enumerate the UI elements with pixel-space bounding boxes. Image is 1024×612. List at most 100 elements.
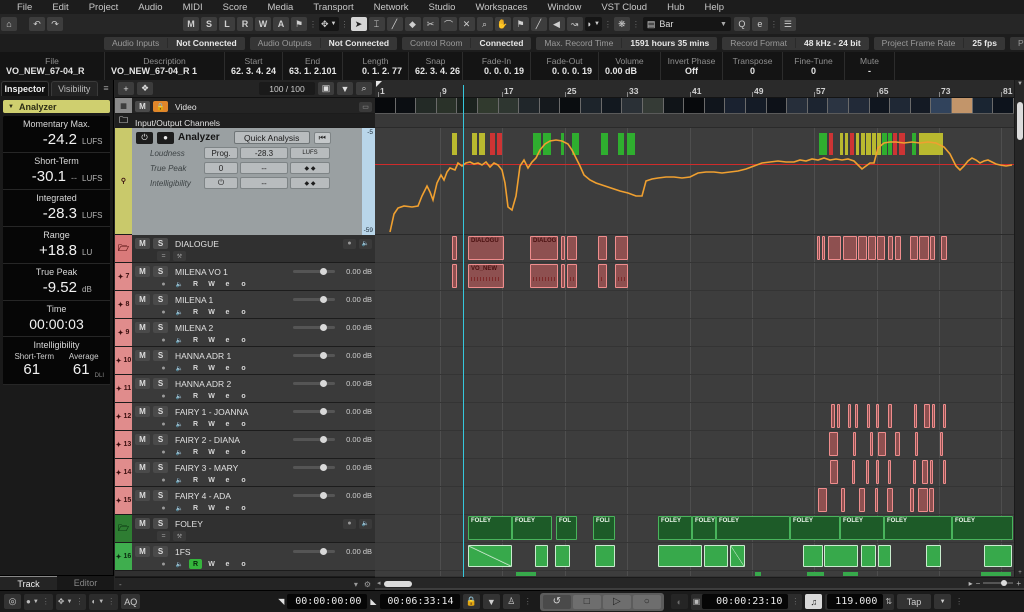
- menu-media[interactable]: Media: [258, 2, 302, 13]
- audio-event[interactable]: [926, 545, 941, 567]
- audio-record-mode-group[interactable]: ✥▼⋮: [56, 594, 87, 610]
- button-r[interactable]: R: [189, 503, 202, 513]
- solo-button[interactable]: S: [153, 294, 168, 305]
- hub-home-button[interactable]: ⌂: [1, 17, 17, 31]
- audio-event[interactable]: [848, 404, 851, 428]
- audio-event[interactable]: [929, 488, 934, 512]
- audio-event[interactable]: [730, 545, 745, 567]
- audio-event[interactable]: [567, 264, 577, 288]
- audio-event[interactable]: [878, 545, 891, 567]
- menu-studio[interactable]: Studio: [420, 2, 465, 13]
- button-e[interactable]: e: [221, 279, 234, 289]
- marker-tool[interactable]: ⚑: [513, 17, 529, 31]
- monitor-icon[interactable]: 🔈: [173, 503, 186, 513]
- grid-type-select[interactable]: ▤ Bar ▼: [643, 17, 731, 31]
- button-r[interactable]: R: [189, 559, 202, 569]
- info-fine-tune[interactable]: Fine-Tune0: [783, 52, 845, 80]
- thumbnail-toggle-button[interactable]: ▭: [359, 102, 372, 112]
- track-video[interactable]: ▦M🔒Video▭: [115, 98, 375, 114]
- audio-event[interactable]: [452, 236, 457, 260]
- hand-tool[interactable]: ✋: [495, 17, 511, 31]
- button-o[interactable]: o: [237, 307, 250, 317]
- add-track-button[interactable]: +: [118, 82, 134, 95]
- audio-event[interactable]: [930, 460, 933, 484]
- audio-event[interactable]: [807, 572, 824, 576]
- tempo-mode-dropdown[interactable]: ▼: [934, 594, 951, 609]
- button-w[interactable]: W: [205, 419, 218, 429]
- audio-event[interactable]: [843, 572, 858, 576]
- cycle-button[interactable]: ↺: [543, 595, 571, 609]
- button-r[interactable]: R: [189, 419, 202, 429]
- button-w[interactable]: W: [205, 279, 218, 289]
- solo-button[interactable]: S: [153, 518, 168, 529]
- audio-event[interactable]: [658, 545, 702, 567]
- volume-slider[interactable]: [293, 466, 335, 469]
- button-e[interactable]: e: [221, 419, 234, 429]
- audio-event[interactable]: [888, 404, 892, 428]
- record-mode-group[interactable]: ●▼⋮: [24, 594, 53, 610]
- iterative-quantize-button[interactable]: e: [752, 17, 768, 31]
- audio-event[interactable]: [859, 488, 865, 512]
- audio-event[interactable]: [940, 432, 943, 456]
- info-fade-in[interactable]: Fade-In0. 0. 0. 19: [463, 52, 531, 80]
- quantize-button[interactable]: Q: [734, 17, 750, 31]
- audio-event[interactable]: [876, 460, 879, 484]
- audio-event[interactable]: [555, 545, 570, 567]
- audio-event[interactable]: [943, 460, 946, 484]
- info-snap[interactable]: Snap62. 3. 4. 26: [409, 52, 463, 80]
- button-r[interactable]: R: [189, 363, 202, 373]
- mute-button[interactable]: M: [135, 350, 150, 361]
- audio-event[interactable]: [598, 264, 607, 288]
- monitor-icon[interactable]: 🔈: [359, 239, 372, 249]
- volume-slider[interactable]: [293, 410, 335, 413]
- monitor-icon[interactable]: 🔈: [173, 391, 186, 401]
- zoom-controls[interactable]: ▸ − +: [969, 579, 1024, 588]
- record-icon[interactable]: ●: [157, 132, 174, 144]
- monitor-icon[interactable]: 🔈: [359, 519, 372, 529]
- tab-visibility[interactable]: Visibility: [51, 81, 99, 96]
- mute-button[interactable]: M: [135, 406, 150, 417]
- performer-icon[interactable]: ♙: [503, 594, 520, 609]
- filter-icon[interactable]: ▼: [337, 82, 353, 95]
- menu-midi[interactable]: MIDI: [174, 2, 212, 13]
- audio-event[interactable]: [452, 264, 457, 288]
- audio-event[interactable]: [910, 488, 914, 512]
- button-e[interactable]: e: [221, 391, 234, 401]
- button-e[interactable]: e: [221, 447, 234, 457]
- record-icon[interactable]: ●: [157, 447, 170, 457]
- button-e[interactable]: e: [221, 475, 234, 485]
- button-r[interactable]: R: [189, 335, 202, 345]
- monitor-icon[interactable]: 🔈: [173, 447, 186, 457]
- audio-event[interactable]: [930, 236, 935, 260]
- video-thumbnail-track[interactable]: [375, 98, 1014, 114]
- search-icon[interactable]: ⌕: [356, 82, 372, 95]
- solo-button[interactable]: S: [153, 322, 168, 333]
- timeline-ruler[interactable]: 19172533414957657381: [375, 80, 1014, 98]
- transport-crosshair-button[interactable]: ✥ ▼: [319, 17, 339, 31]
- audio-event[interactable]: [852, 460, 855, 484]
- color-tool-button[interactable]: ◗ ▼: [585, 17, 602, 31]
- audio-event[interactable]: VO_NEW: [468, 264, 504, 288]
- button-r[interactable]: R: [189, 391, 202, 401]
- vertical-scrollbar[interactable]: ▼ +: [1014, 80, 1024, 577]
- audio-event[interactable]: [704, 545, 728, 567]
- audio-event[interactable]: [895, 432, 900, 456]
- audio-event[interactable]: [855, 404, 858, 428]
- left-locator-time[interactable]: 00:00:00:00: [287, 594, 367, 609]
- inspector-menu-icon[interactable]: ≡: [99, 80, 113, 96]
- record-icon[interactable]: ●: [157, 279, 170, 289]
- monitor-icon[interactable]: 🔈: [173, 363, 186, 373]
- folder-event[interactable]: FOLEY: [692, 516, 716, 540]
- volume-slider[interactable]: [293, 550, 335, 553]
- solo-button[interactable]: S: [153, 434, 168, 445]
- button-w[interactable]: W: [205, 307, 218, 317]
- record-icon[interactable]: ●: [157, 559, 170, 569]
- menu-file[interactable]: File: [8, 2, 41, 13]
- audio-event[interactable]: [828, 236, 841, 260]
- button-o[interactable]: o: [237, 363, 250, 373]
- audio-event[interactable]: [861, 545, 876, 567]
- button-o[interactable]: o: [237, 419, 250, 429]
- state-button-r[interactable]: R: [237, 17, 253, 31]
- folder-event[interactable]: FOLEY: [716, 516, 790, 540]
- button-w[interactable]: W: [205, 391, 218, 401]
